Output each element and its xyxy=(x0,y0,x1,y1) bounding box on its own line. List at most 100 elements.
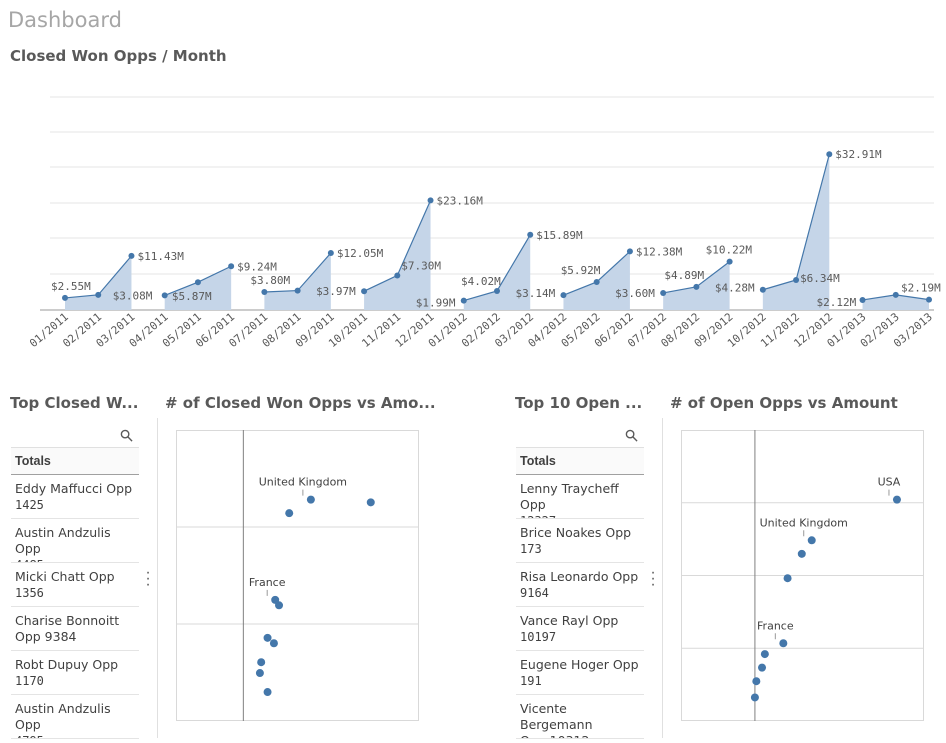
data-point[interactable] xyxy=(263,633,272,642)
data-point[interactable] xyxy=(593,278,600,285)
data-point[interactable] xyxy=(560,292,567,299)
data-point[interactable] xyxy=(306,495,315,504)
data-point[interactable] xyxy=(797,549,806,558)
data-label: $23.16M xyxy=(437,194,484,207)
table1-header[interactable]: Totals xyxy=(11,448,139,475)
data-point[interactable] xyxy=(758,663,767,672)
row-name: Vicente Bergemann xyxy=(520,701,593,732)
data-point[interactable] xyxy=(194,279,201,286)
row-name: Vance Rayl Opp xyxy=(520,613,619,628)
data-label: $32.91M xyxy=(835,148,882,161)
row-name: Lenny Traycheff Opp xyxy=(520,481,619,512)
data-label: $5.87M xyxy=(172,290,212,303)
data-point[interactable] xyxy=(285,509,294,518)
table-row[interactable]: Brice Noakes Opp 173 xyxy=(516,519,644,563)
data-point[interactable] xyxy=(892,495,901,504)
data-point[interactable] xyxy=(783,574,792,583)
data-point[interactable] xyxy=(527,231,534,238)
data-label: $15.89M xyxy=(536,229,583,242)
search-icon[interactable] xyxy=(120,429,133,442)
data-label: $3.97M xyxy=(316,285,356,298)
more-vertical-icon[interactable]: · · · xyxy=(650,565,656,593)
table-row[interactable]: Lenny Traycheff Opp12327 xyxy=(516,475,644,519)
data-point[interactable] xyxy=(263,688,272,697)
data-point[interactable] xyxy=(62,294,68,301)
table-row[interactable]: Charise Bonnoitt Opp 9384 xyxy=(11,607,139,651)
table1-title: Top Closed W... xyxy=(10,394,139,412)
data-point[interactable] xyxy=(752,677,761,686)
row-value: 4795 xyxy=(15,733,135,738)
row-value: 1425 xyxy=(15,498,44,512)
row-value: 173 xyxy=(520,542,542,556)
data-label: $12.38M xyxy=(636,245,683,258)
data-point[interactable] xyxy=(626,248,633,255)
data-point[interactable] xyxy=(760,650,769,659)
line-chart[interactable]: $2.55M $11.43M $3.08M $5.87M $9.24M$3.80M $12… xyxy=(0,70,946,370)
table-row[interactable]: Eddy Maffucci Opp 1425 xyxy=(11,475,139,519)
row-name: Robt Dupuy Opp xyxy=(15,657,119,672)
data-point[interactable] xyxy=(726,258,733,265)
data-point[interactable] xyxy=(161,292,168,299)
row-name: Austin Andzulis Opp xyxy=(15,701,111,732)
scatter2-chart[interactable]: USA United Kingdom France xyxy=(681,430,924,721)
line-chart-title: Closed Won Opps / Month xyxy=(10,47,227,65)
table-row[interactable]: Vicente BergemannOpp 10312 xyxy=(516,695,644,739)
data-point[interactable] xyxy=(427,197,434,204)
data-label: $10.22M xyxy=(706,244,753,257)
data-point[interactable] xyxy=(926,296,932,303)
data-point[interactable] xyxy=(257,658,266,667)
table-row[interactable]: Robt Dupuy Opp 1170 xyxy=(11,651,139,695)
table2-search[interactable] xyxy=(516,425,644,448)
row-name: Eugene Hoger Opp xyxy=(520,657,639,672)
data-point[interactable] xyxy=(859,296,866,303)
data-point[interactable] xyxy=(892,291,899,298)
data-point[interactable] xyxy=(807,536,816,545)
data-point[interactable] xyxy=(826,151,833,158)
data-label: $2.55M xyxy=(51,280,91,293)
data-point[interactable] xyxy=(361,288,368,295)
scatter1-title: # of Closed Won Opps vs Amo... xyxy=(165,394,436,412)
search-icon[interactable] xyxy=(625,429,638,442)
row-name: Risa Leonardo Opp xyxy=(520,569,639,584)
data-point[interactable] xyxy=(366,498,375,507)
row-value: 9164 xyxy=(520,586,549,600)
data-point[interactable] xyxy=(494,287,500,294)
row-value: 10197 xyxy=(520,630,557,644)
data-point[interactable] xyxy=(275,601,284,610)
table-row[interactable]: Risa Leonardo Opp 9164 xyxy=(516,563,644,607)
data-point[interactable] xyxy=(750,693,759,702)
point-label: France xyxy=(249,576,286,589)
data-point[interactable] xyxy=(95,291,102,298)
table-row[interactable]: Eugene Hoger Opp 191 xyxy=(516,651,644,695)
data-point[interactable] xyxy=(460,297,467,304)
data-point[interactable] xyxy=(693,283,700,290)
table1: Totals Eddy Maffucci Opp 1425 Austin Andzu… xyxy=(11,425,139,739)
table2-header[interactable]: Totals xyxy=(516,448,644,475)
data-point[interactable] xyxy=(793,276,800,283)
data-label: $5.92M xyxy=(561,264,601,277)
table-row[interactable]: Austin Andzulis Opp4485 xyxy=(11,519,139,563)
data-point[interactable] xyxy=(294,287,301,294)
scatter1-chart[interactable]: United Kingdom France xyxy=(176,430,419,721)
data-point[interactable] xyxy=(128,252,135,259)
data-point[interactable] xyxy=(261,289,268,296)
table-row[interactable]: Micki Chatt Opp 1356 xyxy=(11,563,139,607)
data-label: $3.80M xyxy=(250,274,290,287)
point-label: United Kingdom xyxy=(259,476,347,489)
more-vertical-icon[interactable]: · · · xyxy=(145,565,151,593)
data-point[interactable] xyxy=(394,272,401,279)
data-point[interactable] xyxy=(327,249,334,256)
area-segment xyxy=(164,266,232,310)
data-point[interactable] xyxy=(759,286,766,293)
data-label: $6.34M xyxy=(800,272,840,285)
plot-frame xyxy=(176,430,419,721)
table1-search[interactable] xyxy=(11,425,139,448)
data-point[interactable] xyxy=(660,289,667,296)
data-point[interactable] xyxy=(779,639,788,648)
data-point[interactable] xyxy=(228,263,235,270)
data-point[interactable] xyxy=(255,669,264,678)
data-point[interactable] xyxy=(269,639,278,648)
data-label: $3.14M xyxy=(515,287,555,300)
table-row[interactable]: Vance Rayl Opp 10197 xyxy=(516,607,644,651)
table-row[interactable]: Austin Andzulis Opp4795 xyxy=(11,695,139,739)
